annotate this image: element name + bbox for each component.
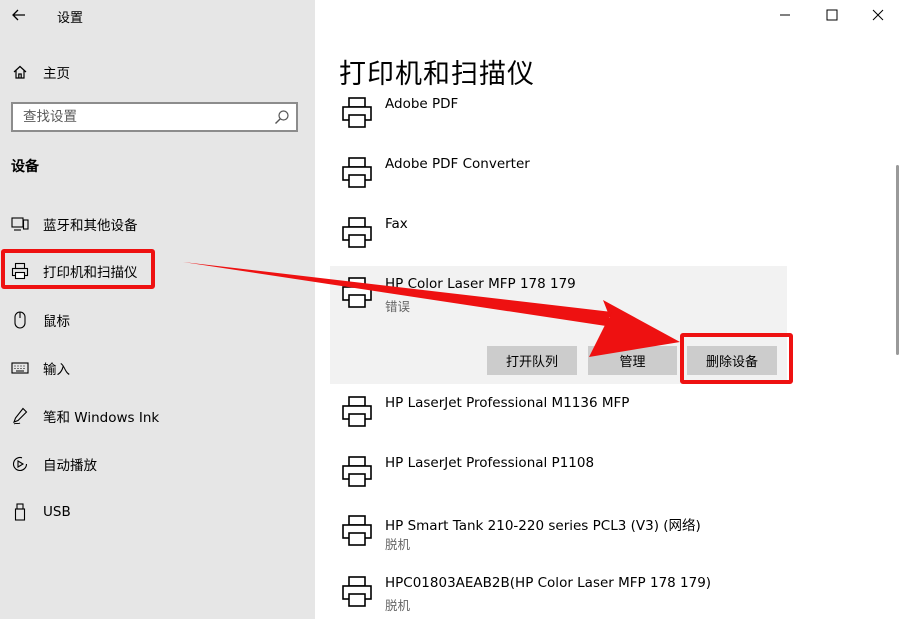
printer-icon [342, 157, 372, 188]
close-button[interactable] [855, 0, 900, 30]
printer-name: HP LaserJet Professional P1108 [385, 455, 595, 471]
sidebar-item-printers[interactable]: 打印机和扫描仪 [0, 251, 315, 291]
printer-icon [342, 515, 372, 546]
sidebar-item-label: 笔和 Windows Ink [43, 410, 160, 426]
usb-icon [11, 503, 29, 521]
printer-name: HP LaserJet Professional M1136 MFP [385, 395, 630, 411]
search-input[interactable] [13, 104, 273, 130]
printer-icon [342, 576, 372, 607]
pen-icon [11, 407, 29, 425]
sidebar-item-label: USB [43, 504, 71, 520]
sidebar-item-input[interactable]: 输入 [0, 348, 315, 388]
home-icon [11, 63, 29, 81]
sidebar-item-bluetooth[interactable]: 蓝牙和其他设备 [0, 204, 315, 244]
printer-item[interactable]: Adobe PDF Converter [330, 156, 787, 216]
printer-icon [342, 456, 372, 487]
sidebar: 设置 主页 设备 蓝牙和其他设备 [0, 0, 315, 619]
sidebar-item-label: 打印机和扫描仪 [43, 265, 138, 281]
sidebar-item-label: 鼠标 [43, 314, 70, 330]
printer-name: HPC01803AEAB2B(HP Color Laser MFP 178 17… [385, 575, 712, 591]
printer-icon [342, 217, 372, 248]
printer-name: HP Smart Tank 210-220 series PCL3 (V3) (… [385, 518, 701, 534]
back-arrow-icon [12, 9, 25, 21]
sidebar-item-pen[interactable]: 笔和 Windows Ink [0, 396, 315, 436]
printer-icon [342, 97, 372, 128]
remove-device-button[interactable]: 删除设备 [687, 346, 777, 375]
printer-item[interactable]: HP Smart Tank 210-220 series PCL3 (V3) (… [330, 514, 787, 574]
search-box [11, 102, 298, 132]
back-button[interactable] [6, 4, 32, 26]
minimize-button[interactable] [762, 0, 808, 30]
printer-item[interactable]: Adobe PDF [330, 96, 787, 156]
printer-status: 错误 [385, 299, 411, 314]
app-title: 设置 [57, 11, 84, 26]
printer-item[interactable]: HPC01803AEAB2B(HP Color Laser MFP 178 17… [330, 575, 787, 635]
sidebar-item-mouse[interactable]: 鼠标 [0, 300, 315, 340]
sidebar-item-label: 蓝牙和其他设备 [43, 218, 138, 234]
manage-button[interactable]: 管理 [588, 346, 677, 375]
printer-status: 脱机 [385, 598, 411, 613]
open-queue-button[interactable]: 打开队列 [487, 346, 577, 375]
sidebar-item-home[interactable]: 主页 [0, 56, 315, 88]
maximize-button[interactable] [809, 0, 855, 30]
printer-icon [342, 396, 372, 427]
printer-status: 脱机 [385, 537, 411, 552]
printer-item-selected[interactable]: HP Color Laser MFP 178 179 错误 打开队列 管理 删除… [330, 266, 787, 384]
minimize-icon [780, 14, 790, 16]
keyboard-icon [11, 359, 29, 377]
printer-name: Fax [385, 216, 408, 232]
printer-icon [11, 262, 29, 280]
close-icon [872, 9, 884, 21]
printer-name: HP Color Laser MFP 178 179 [385, 276, 576, 292]
printer-name: Adobe PDF [385, 96, 459, 112]
sidebar-item-label: 自动播放 [43, 458, 97, 474]
sidebar-item-autoplay[interactable]: 自动播放 [0, 444, 315, 484]
maximize-icon [826, 9, 838, 21]
section-title: 设备 [11, 159, 39, 175]
scrollbar[interactable] [896, 165, 899, 355]
printer-name: Adobe PDF Converter [385, 156, 530, 172]
printer-icon [342, 277, 372, 308]
printer-item[interactable]: HP LaserJet Professional M1136 MFP [330, 395, 787, 455]
page-title: 打印机和扫描仪 [339, 59, 535, 90]
sidebar-item-usb[interactable]: USB [0, 492, 315, 532]
title-bar: 设置 [0, 0, 315, 32]
autoplay-icon [11, 455, 29, 473]
mouse-icon [11, 311, 29, 329]
bluetooth-devices-icon [11, 215, 29, 233]
sidebar-item-label: 输入 [43, 362, 70, 378]
printer-item[interactable]: HP LaserJet Professional P1108 [330, 455, 787, 515]
search-icon[interactable] [274, 109, 290, 125]
sidebar-item-label: 主页 [43, 66, 70, 82]
